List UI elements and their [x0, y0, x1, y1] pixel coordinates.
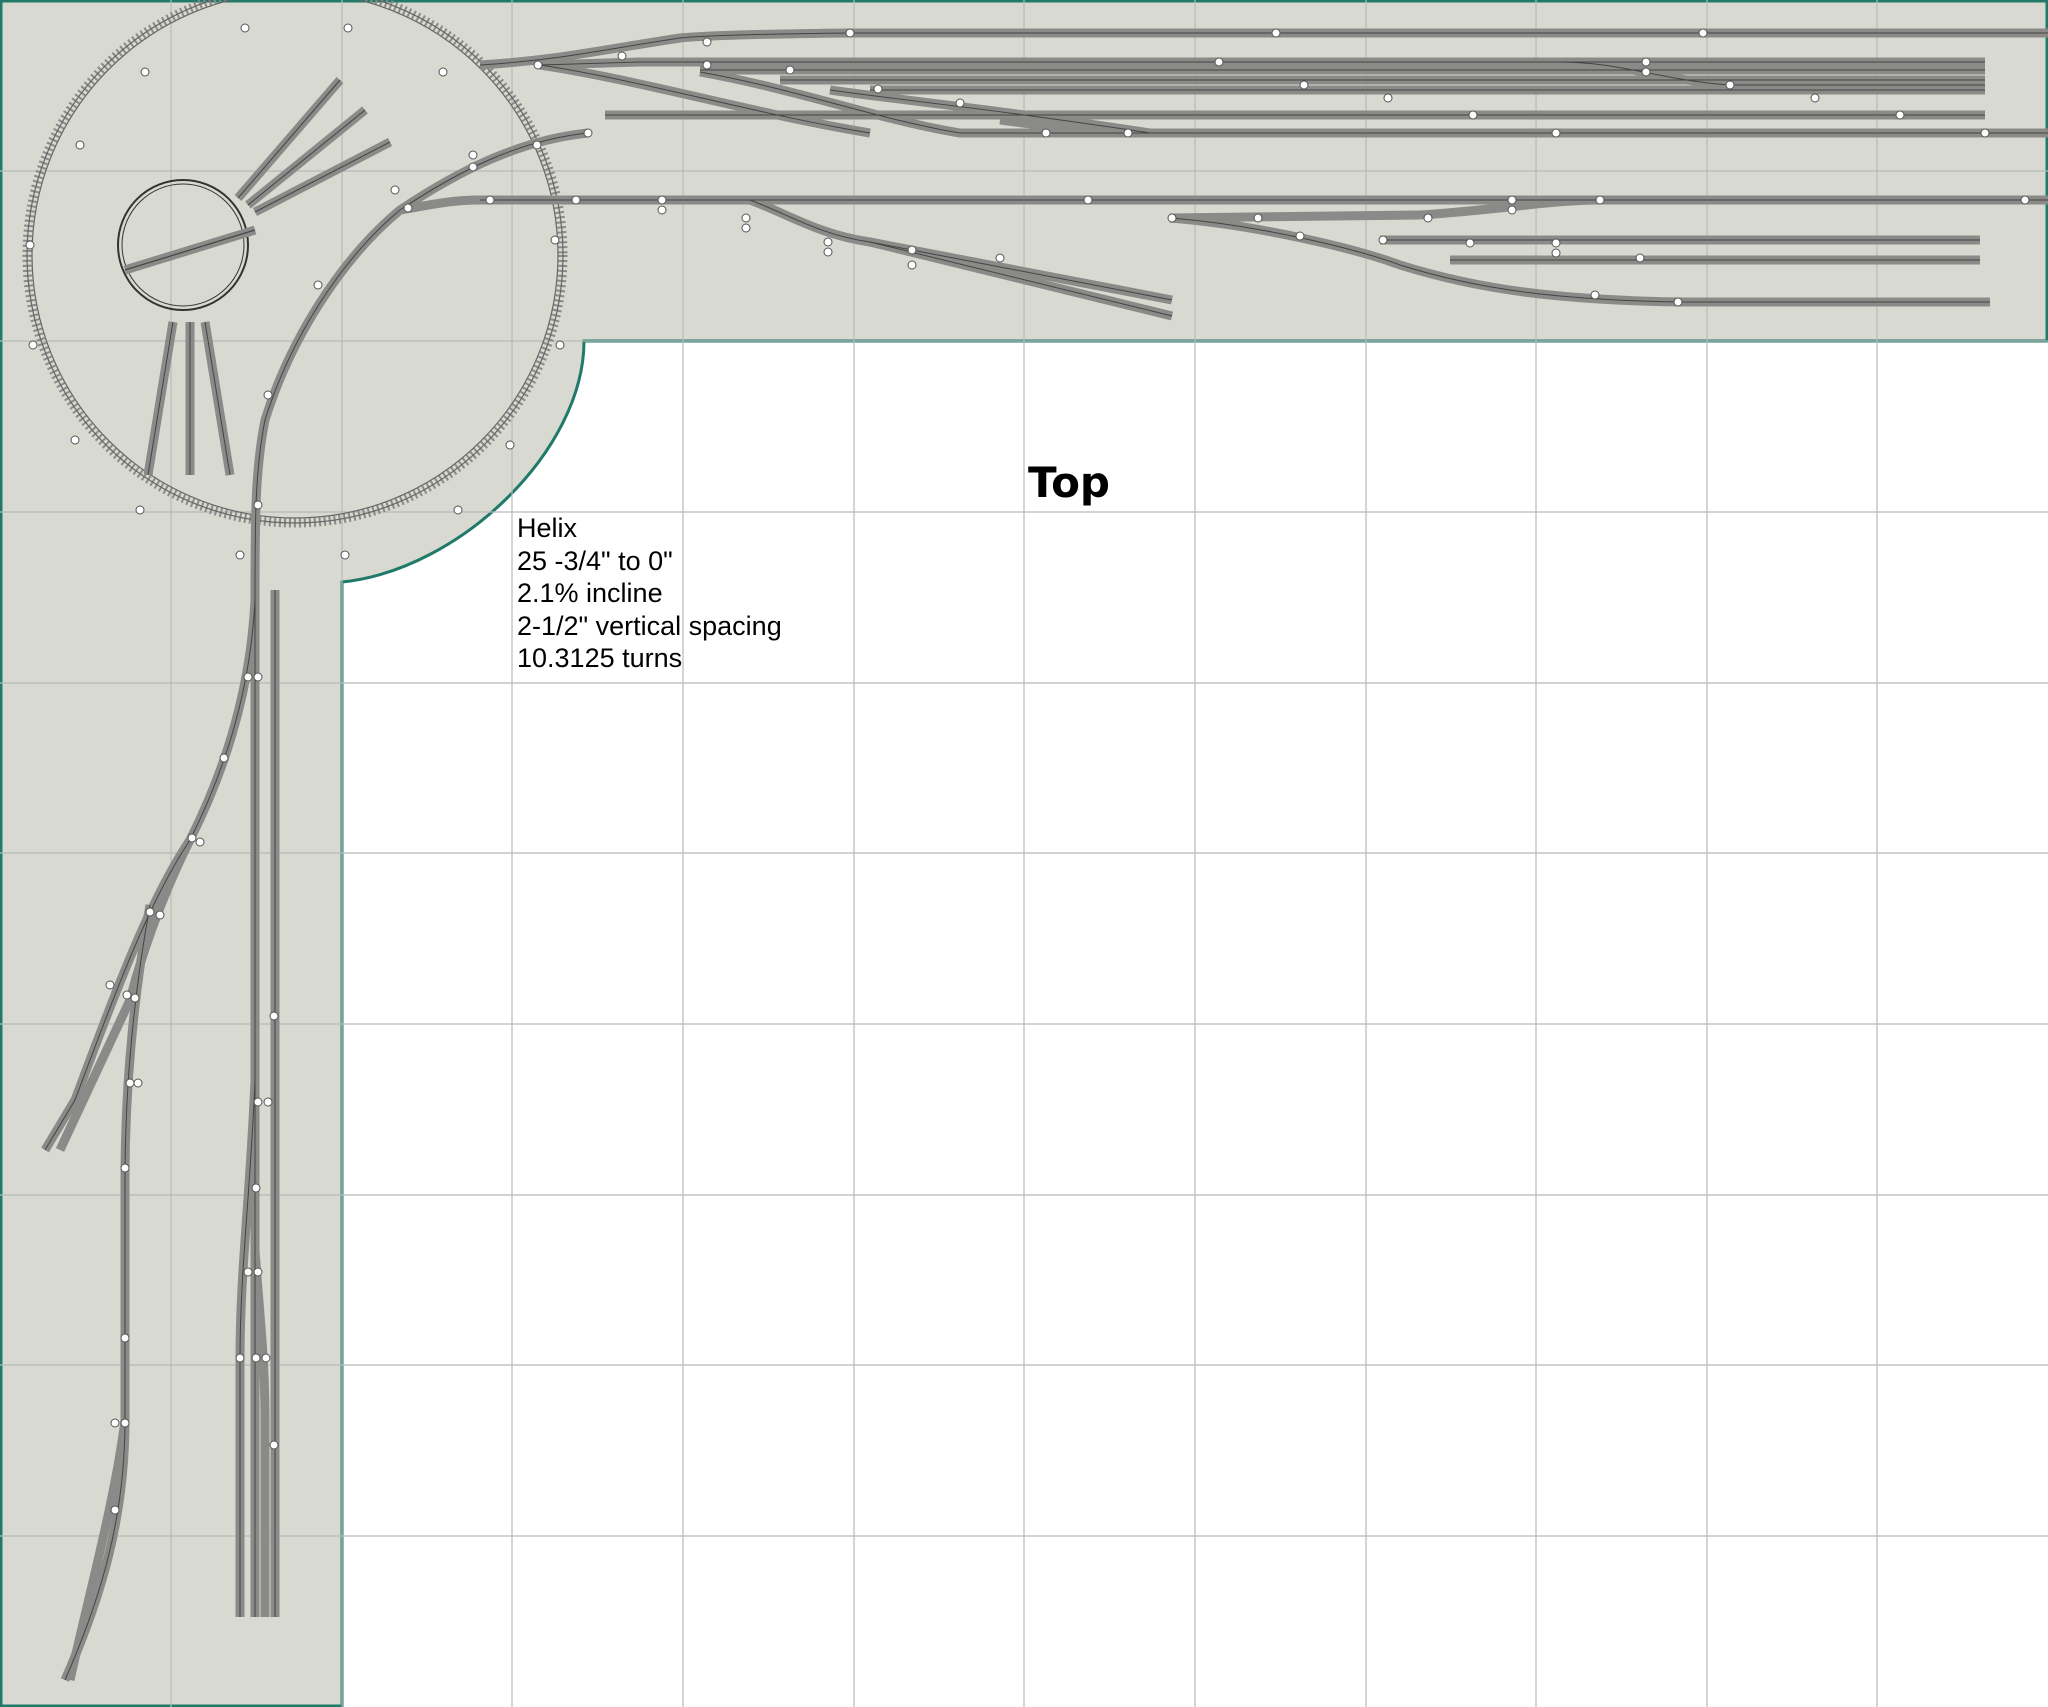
track-plan-canvas	[0, 0, 2048, 1707]
helix-note-grade: 2.1% incline	[517, 578, 663, 608]
helix-note-spacing: 2-1/2" vertical spacing	[517, 610, 782, 641]
helix-note-rise: 25 -3/4" to 0"	[517, 545, 673, 576]
helix-note-name: Helix	[517, 513, 578, 543]
helix-note: Helix 25 -3/4" to 0" 2.1% incline 2-1/2"…	[517, 512, 782, 675]
diagram-title: Top	[1028, 458, 1110, 507]
helix-note-turns: 10.3125 turns	[517, 643, 683, 673]
